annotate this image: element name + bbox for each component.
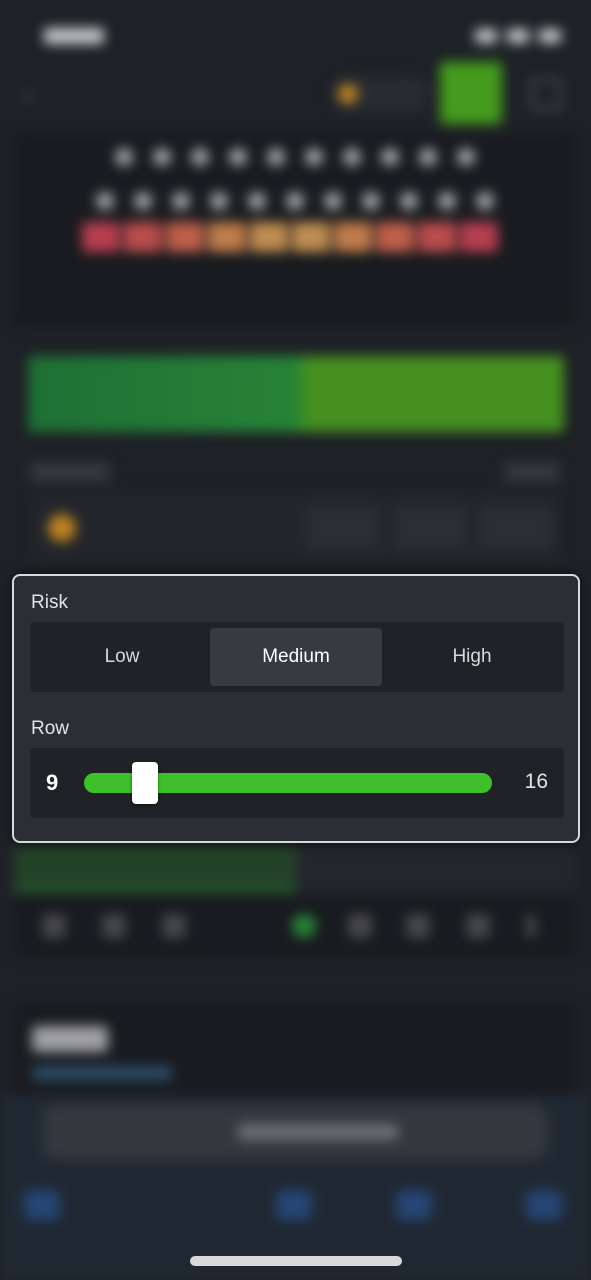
home-indicator (190, 1256, 402, 1266)
peg (419, 148, 437, 166)
fullscreen-icon[interactable] (466, 914, 490, 938)
top-bar: ‹ (0, 62, 591, 126)
peg (305, 148, 323, 166)
bet-button[interactable] (28, 356, 564, 432)
info-icon[interactable] (406, 914, 430, 938)
amount-input-row[interactable] (30, 492, 562, 562)
peg (400, 192, 418, 210)
peg (286, 192, 304, 210)
row-slider-thumb[interactable] (132, 762, 159, 804)
bucket (460, 222, 498, 252)
peg-row (14, 148, 576, 166)
balance-chip[interactable] (330, 76, 430, 112)
risk-row-settings-panel: Risk Low Medium High Row 9 16 (12, 574, 580, 843)
risk-label: Risk (31, 592, 68, 613)
multiplier-buckets (82, 222, 498, 252)
peg (248, 192, 266, 210)
bucket (292, 222, 330, 252)
risk-medium-button[interactable]: Medium (210, 628, 382, 686)
peg (153, 148, 171, 166)
settings-icon[interactable] (42, 914, 66, 938)
risk-selector: Low Medium High (30, 622, 564, 692)
peg (134, 192, 152, 210)
back-arrow-icon[interactable]: ‹ (24, 80, 33, 111)
peg (210, 192, 228, 210)
peg (457, 148, 475, 166)
browser-chrome (0, 1094, 591, 1280)
row-label: Row (31, 718, 70, 739)
sound-icon[interactable] (162, 914, 186, 938)
risk-low-button[interactable]: Low (36, 628, 208, 686)
peg (267, 148, 285, 166)
live-icon[interactable] (292, 914, 316, 938)
peg (229, 148, 247, 166)
peg (324, 192, 342, 210)
peg (343, 148, 361, 166)
status-icons (475, 29, 561, 43)
peg (172, 192, 190, 210)
max-button[interactable] (480, 506, 552, 548)
status-bar (44, 22, 561, 50)
peg (381, 148, 399, 166)
coin-icon (338, 84, 358, 104)
amount-limit (504, 462, 560, 482)
double-button[interactable] (394, 506, 466, 548)
peg (96, 192, 114, 210)
wifi-icon (507, 29, 529, 43)
bucket (418, 222, 456, 252)
bucket (250, 222, 288, 252)
bucket (376, 222, 414, 252)
peg (362, 192, 380, 210)
signal-icon (475, 29, 497, 43)
plinko-board (14, 134, 576, 326)
peg (191, 148, 209, 166)
bookmarks-icon[interactable] (396, 1190, 432, 1220)
game-subtitle (32, 1066, 172, 1080)
box-icon[interactable] (530, 78, 562, 110)
url-text (238, 1124, 398, 1140)
bucket (124, 222, 162, 252)
peg (438, 192, 456, 210)
game-title (32, 1026, 108, 1052)
bucket (334, 222, 372, 252)
fairness-icon[interactable] (348, 914, 372, 938)
coin-icon (48, 514, 76, 542)
more-icon[interactable] (526, 914, 536, 938)
game-info-card (14, 1004, 576, 1094)
wallet-button[interactable] (440, 62, 502, 124)
bucket (82, 222, 120, 252)
row-max-value: 16 (524, 770, 548, 793)
row-min-value: 9 (46, 770, 59, 795)
peg-row (14, 192, 576, 210)
share-icon[interactable] (276, 1190, 312, 1220)
half-button[interactable] (306, 506, 378, 548)
tabs-icon[interactable] (526, 1190, 562, 1220)
status-time-placeholder (44, 28, 104, 44)
peg (115, 148, 133, 166)
settings-icon-bar (14, 896, 576, 956)
battery-icon (539, 29, 561, 43)
peg (476, 192, 494, 210)
bucket (208, 222, 246, 252)
tab-manual[interactable] (14, 846, 296, 892)
amount-label (30, 462, 110, 482)
mode-tabs (14, 846, 576, 892)
url-bar[interactable] (42, 1104, 548, 1160)
risk-high-button[interactable]: High (386, 628, 558, 686)
bucket (166, 222, 204, 252)
row-slider-box: 9 16 (30, 748, 564, 818)
back-icon[interactable] (24, 1190, 60, 1220)
chart-icon[interactable] (102, 914, 126, 938)
